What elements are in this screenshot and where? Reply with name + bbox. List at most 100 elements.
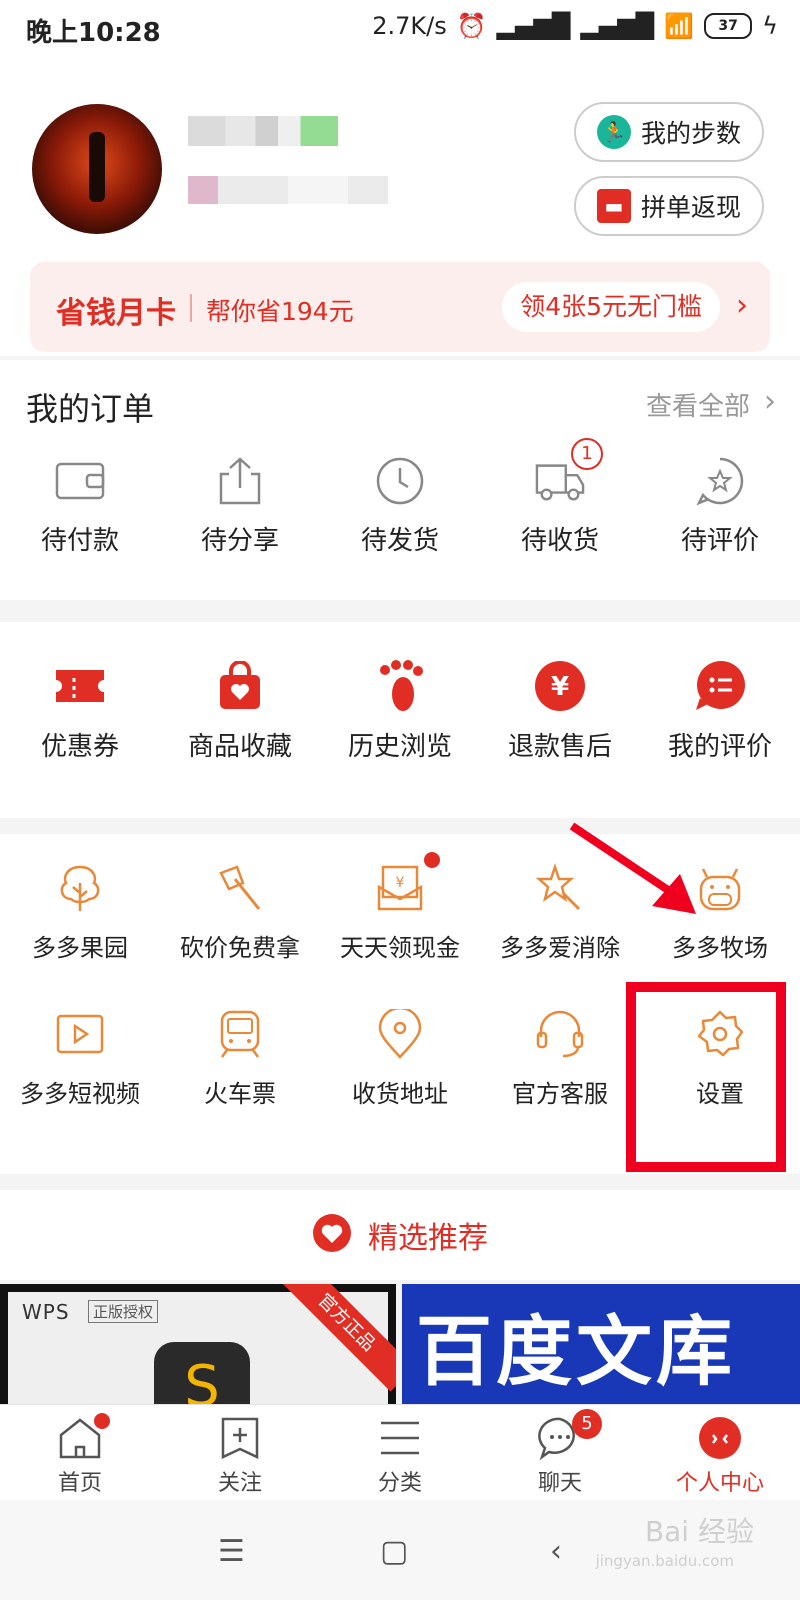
avatar[interactable] (32, 104, 162, 234)
baidu-wenku-title: 百度文库 (416, 1307, 736, 1396)
status-time: 晚上10:28 (26, 18, 161, 48)
network-speed: 2.7K/s (372, 12, 447, 40)
ticket-icon (54, 660, 106, 712)
headset-icon (534, 1008, 586, 1060)
tab-home[interactable]: 首页 (0, 1405, 160, 1501)
wifi-icon: 📶 (664, 12, 695, 40)
order-pending-receipt[interactable]: 1 待收货 (480, 438, 640, 557)
menu-icon[interactable]: ☰ (218, 1534, 245, 1569)
order-label: 待收货 (520, 526, 599, 556)
order-pending-payment[interactable]: 待付款 (0, 456, 160, 557)
cash-envelope-icon: ¥ (374, 852, 440, 914)
tool-label: 我的评价 (667, 732, 772, 762)
baidu-wenku-card[interactable]: 百度文库 (402, 1284, 800, 1404)
alarm-icon: ⏰ (456, 12, 487, 40)
savings-card-title: 省钱月卡 (56, 296, 176, 331)
home-square-icon[interactable]: ▢ (380, 1534, 408, 1569)
bag-heart-icon (214, 660, 266, 712)
svg-text:¥: ¥ (551, 672, 569, 702)
service-label: 多多果园 (32, 934, 128, 962)
chat-unread-badge: 5 (572, 1409, 602, 1439)
authorized-tag: 正版授权 (88, 1300, 159, 1323)
tab-chat[interactable]: 5 聊天 (480, 1405, 640, 1501)
truck-icon: 1 (535, 438, 603, 506)
divider (190, 294, 192, 322)
star-bubble-icon (695, 456, 745, 506)
chevron-right-icon: › (764, 384, 776, 419)
signal-hd-icon: ▂▄▆█ (580, 12, 655, 40)
wps-logo: WPS (22, 1300, 70, 1324)
back-icon[interactable]: ‹ (550, 1534, 562, 1569)
my-orders-section: 我的订单 查看全部 › 待付款 待分享 待发货 1 待收货 待评价 (0, 360, 800, 600)
orders-title: 我的订单 (26, 390, 155, 428)
tab-follow[interactable]: 关注 (160, 1405, 320, 1501)
tools-section: 优惠券 商品收藏 历史浏览 ¥ 退款售后 我的评价 (0, 622, 800, 818)
order-pending-shipment[interactable]: 待发货 (320, 456, 480, 557)
share-icon (215, 456, 265, 506)
profile-header: 🏃 我的步数 ▬ 拼单返现 省钱月卡 帮你省194元 领4张5元无门槛 › (0, 56, 800, 356)
yen-icon: ¥ (534, 660, 586, 712)
favorites-item[interactable]: 商品收藏 (160, 660, 320, 763)
tool-label: 优惠券 (40, 732, 119, 762)
savings-card-subtitle: 帮你省194元 (206, 297, 354, 326)
my-reviews-item[interactable]: 我的评价 (640, 660, 800, 763)
watermark-url: jingyan.baidu.com (595, 1552, 734, 1570)
tab-label: 首页 (57, 1471, 102, 1496)
tree-icon (54, 862, 106, 914)
category-icon (381, 1421, 419, 1455)
coupon-pill[interactable]: 领4张5元无门槛 (502, 282, 720, 332)
wallet-icon (55, 456, 105, 506)
group-refund-label: 拼单返现 (640, 193, 741, 222)
savings-card[interactable]: 省钱月卡 帮你省194元 领4张5元无门槛 › (30, 262, 770, 352)
train-icon (214, 1008, 266, 1060)
order-label: 待发货 (360, 526, 439, 556)
username-blurred (188, 116, 338, 146)
heart-badge-icon (312, 1213, 352, 1257)
watermark-logo: Bai 经验 (644, 1515, 754, 1548)
tab-profile[interactable]: 个人中心 (640, 1405, 800, 1501)
order-pending-review[interactable]: 待评价 (640, 456, 800, 557)
refunds-item[interactable]: ¥ 退款售后 (480, 660, 640, 763)
notification-dot (424, 852, 440, 868)
recommend-header: 精选推荐 (0, 1190, 800, 1280)
history-item[interactable]: 历史浏览 (320, 660, 480, 763)
tool-label: 退款售后 (507, 732, 612, 762)
axe-icon (214, 862, 266, 914)
tool-label: 历史浏览 (347, 732, 452, 762)
bargain-item[interactable]: 砍价免费拿 (160, 862, 320, 963)
tool-label: 商品收藏 (187, 732, 292, 762)
order-label: 待分享 (200, 526, 279, 556)
clock-icon (375, 456, 425, 506)
service-label: 多多短视频 (20, 1080, 140, 1108)
train-tickets-item[interactable]: 火车票 (160, 1008, 320, 1109)
short-video-item[interactable]: 多多短视频 (0, 1008, 160, 1109)
bottom-tab-bar: 首页 关注 分类 5 聊天 个人中心 (0, 1404, 800, 1501)
customer-service-item[interactable]: 官方客服 (480, 1008, 640, 1109)
service-label: 天天领现金 (340, 934, 460, 962)
user-subtitle-blurred (188, 176, 388, 204)
order-count-badge: 1 (571, 438, 603, 470)
tab-label: 聊天 (537, 1471, 582, 1496)
tab-category[interactable]: 分类 (320, 1405, 480, 1501)
orchard-item[interactable]: 多多果园 (0, 862, 160, 963)
daily-cash-item[interactable]: ¥ 天天领现金 (320, 852, 480, 963)
view-all-orders-link[interactable]: 查看全部 (646, 386, 750, 423)
my-steps-button[interactable]: 🏃 我的步数 (574, 102, 764, 162)
address-item[interactable]: 收货地址 (320, 1008, 480, 1109)
group-refund-button[interactable]: ▬ 拼单返现 (574, 176, 764, 236)
wps-product-card[interactable]: WPS 正版授权 S 官方正品 (0, 1284, 396, 1404)
coupons-item[interactable]: 优惠券 (0, 660, 160, 763)
status-right: 2.7K/s ⏰ ▂▄▆█ ▂▄▆█ 📶 37 ϟ (372, 12, 778, 40)
chevron-right-icon: › (736, 288, 748, 323)
order-label: 待付款 (40, 526, 119, 556)
status-bar: 晚上10:28 2.7K/s ⏰ ▂▄▆█ ▂▄▆█ 📶 37 ϟ (0, 0, 800, 56)
service-label: 多多牧场 (672, 934, 768, 962)
service-label: 官方客服 (512, 1080, 608, 1108)
video-icon (54, 1008, 106, 1060)
annotation-highlight-box (626, 982, 786, 1172)
red-envelope-icon: ▬ (596, 189, 631, 223)
tab-label: 分类 (377, 1471, 422, 1496)
order-pending-share[interactable]: 待分享 (160, 456, 320, 557)
tab-label: 个人中心 (675, 1471, 764, 1496)
annotation-arrow (570, 822, 696, 914)
